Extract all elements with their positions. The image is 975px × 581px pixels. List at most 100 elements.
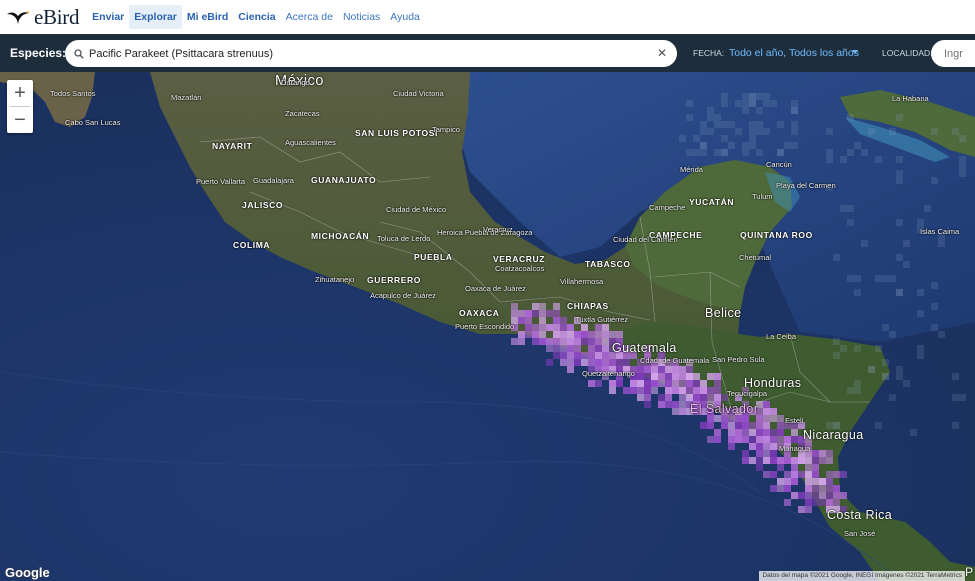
nav-link-enviar[interactable]: Enviar: [87, 5, 129, 29]
background-cell: [777, 121, 784, 128]
map-label-oaxaca-de-juárez: Oaxaca de Juárez: [465, 284, 526, 293]
map-label-aguascalientes: Aguascalientes: [285, 138, 336, 147]
range-cell: [770, 436, 777, 443]
background-cell: [826, 128, 833, 135]
background-cell: [952, 422, 959, 429]
range-cell: [525, 331, 532, 338]
range-cell: [539, 338, 546, 345]
background-cell: [917, 352, 924, 359]
range-cell: [658, 366, 665, 373]
zoom-in-button[interactable]: +: [7, 80, 33, 106]
background-cell: [707, 114, 714, 121]
background-cell: [854, 345, 861, 352]
range-cell: [805, 478, 812, 485]
range-cell: [728, 443, 735, 450]
nav-link-mi-ebird[interactable]: Mi eBird: [182, 5, 233, 29]
range-cell: [644, 373, 651, 380]
background-cell: [896, 156, 903, 163]
map-label-guatemala: Guatemala: [612, 341, 677, 355]
background-cell: [742, 93, 749, 100]
range-cell: [756, 436, 763, 443]
range-cell: [553, 331, 560, 338]
map-label-todos-santos: Todos Santos: [50, 89, 96, 98]
range-cell: [707, 436, 714, 443]
range-cell: [560, 324, 567, 331]
species-search-box[interactable]: ✕: [65, 40, 677, 67]
ebird-logo[interactable]: eBird: [6, 5, 79, 30]
background-cell: [875, 156, 882, 163]
range-cell: [812, 478, 819, 485]
range-cell: [742, 429, 749, 436]
range-cell: [567, 352, 574, 359]
range-cell: [651, 366, 658, 373]
map-label-estelí: Estelí: [785, 416, 804, 425]
range-cell: [721, 422, 728, 429]
map-label-tuxtla-gutiérrez: Tuxtla Gutiérrez: [575, 315, 629, 324]
map-label-oaxaca: OAXACA: [459, 308, 500, 318]
range-cell: [826, 471, 833, 478]
location-search-box[interactable]: [931, 40, 975, 67]
range-cell: [763, 443, 770, 450]
range-cell: [602, 345, 609, 352]
range-cell: [763, 436, 770, 443]
range-cell: [742, 415, 749, 422]
nav-link-ciencia[interactable]: Ciencia: [233, 5, 280, 29]
range-cell: [728, 422, 735, 429]
location-input[interactable]: [944, 47, 975, 60]
background-cell: [700, 149, 707, 156]
zoom-out-button[interactable]: −: [7, 107, 33, 133]
nav-link-acerca-de[interactable]: Acerca de: [281, 5, 338, 29]
chevron-down-icon[interactable]: [852, 50, 858, 54]
range-cell: [539, 310, 546, 317]
range-cell: [728, 436, 735, 443]
range-cell: [805, 499, 812, 506]
range-cell: [679, 394, 686, 401]
map-label-veracruz: VERACRUZ: [493, 254, 546, 264]
background-cell: [847, 219, 854, 226]
range-cell: [679, 408, 686, 415]
background-cell: [896, 366, 903, 373]
range-cell: [742, 450, 749, 457]
range-cell: [518, 338, 525, 345]
range-cell: [770, 457, 777, 464]
range-cell: [651, 387, 658, 394]
nav-link-ayuda[interactable]: Ayuda: [385, 5, 425, 29]
range-cell: [686, 394, 693, 401]
background-cell: [938, 240, 945, 247]
background-cell: [791, 142, 798, 149]
range-cell: [637, 373, 644, 380]
range-cell: [777, 478, 784, 485]
map-label-mérida: Mérida: [680, 165, 703, 174]
brand-name: eBird: [34, 4, 80, 29]
background-cell: [840, 205, 847, 212]
map-label-ciudad-del-carmen: Ciudad del Carmen: [613, 235, 678, 244]
map-label-zihuatanejo: Zihuatanejo: [315, 275, 355, 284]
range-cell: [644, 366, 651, 373]
date-range-dropdown[interactable]: Todo el año, Todos los años: [729, 47, 859, 59]
range-cell: [791, 429, 798, 436]
background-cell: [931, 128, 938, 135]
range-cell: [665, 373, 672, 380]
range-cell: [532, 310, 539, 317]
nav-link-explorar[interactable]: Explorar: [129, 5, 182, 29]
species-input[interactable]: [89, 47, 629, 60]
range-cell: [805, 506, 812, 513]
range-cell: [588, 345, 595, 352]
background-cell: [854, 289, 861, 296]
background-cell: [854, 387, 861, 394]
range-map[interactable]: México Todos Santos Cabo San Lucas Mazatlán…: [0, 72, 975, 581]
range-cell: [574, 345, 581, 352]
background-cell: [889, 275, 896, 282]
range-cell: [756, 457, 763, 464]
background-cell: [847, 149, 854, 156]
background-cell: [917, 289, 924, 296]
map-attribution[interactable]: Datos del mapa ©2021 Google, INEGI Imáge…: [759, 571, 965, 581]
range-cell: [637, 366, 644, 373]
range-cell: [630, 387, 637, 394]
nav-link-noticias[interactable]: Noticias: [338, 5, 385, 29]
clear-species-button[interactable]: ✕: [657, 46, 667, 60]
range-cell: [609, 331, 616, 338]
map-label-campeche: Campeche: [649, 203, 686, 212]
background-cell: [931, 303, 938, 310]
google-logo[interactable]: Google: [5, 565, 50, 580]
